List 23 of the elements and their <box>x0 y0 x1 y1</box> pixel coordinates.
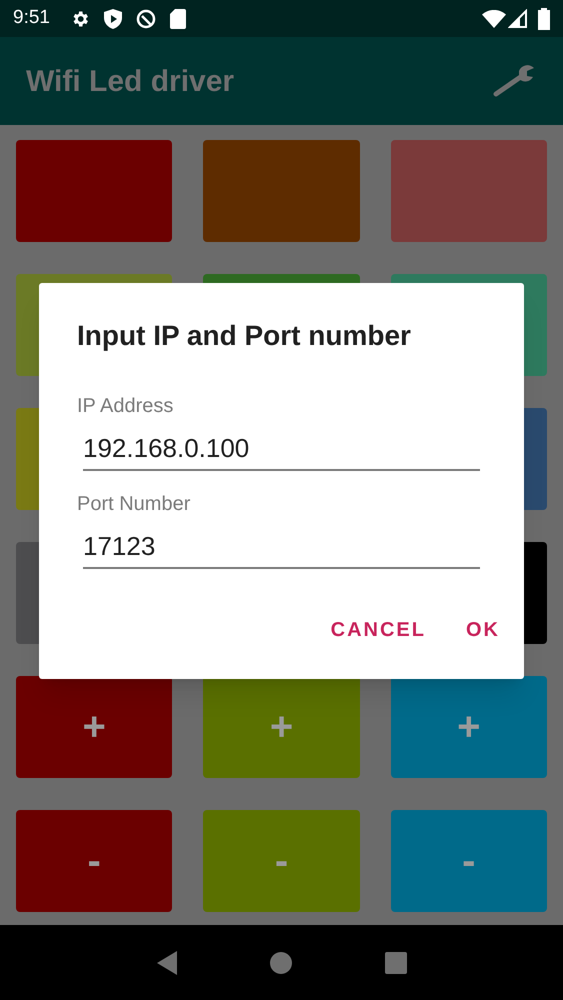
color-tile[interactable] <box>203 140 360 242</box>
dialog-title: Input IP and Port number <box>77 319 412 353</box>
shield-play-icon <box>104 8 122 28</box>
field-label: IP Address <box>77 394 174 419</box>
color-tile[interactable] <box>16 140 172 242</box>
sd-card-icon <box>170 8 186 28</box>
home-icon[interactable] <box>269 950 294 974</box>
input-field[interactable]: 17123 <box>83 529 480 569</box>
signal-icon <box>508 8 528 28</box>
back-icon[interactable] <box>155 950 180 976</box>
color-button[interactable]: - <box>16 810 172 912</box>
dialog-button[interactable]: CANCEL <box>320 607 436 653</box>
recents-icon[interactable] <box>384 950 408 974</box>
circle-icon <box>136 8 156 28</box>
battery-icon <box>538 8 550 30</box>
color-tile[interactable] <box>390 140 547 242</box>
color-button[interactable]: + <box>16 676 172 778</box>
input-field[interactable]: 192.168.0.100 <box>83 431 480 471</box>
app-title: Wifi Led driver <box>26 64 234 100</box>
wifi-icon <box>482 10 506 28</box>
dialog-button[interactable]: OK <box>456 607 510 653</box>
clock: 9:51 <box>13 6 50 30</box>
field-label: Port Number <box>77 492 192 517</box>
